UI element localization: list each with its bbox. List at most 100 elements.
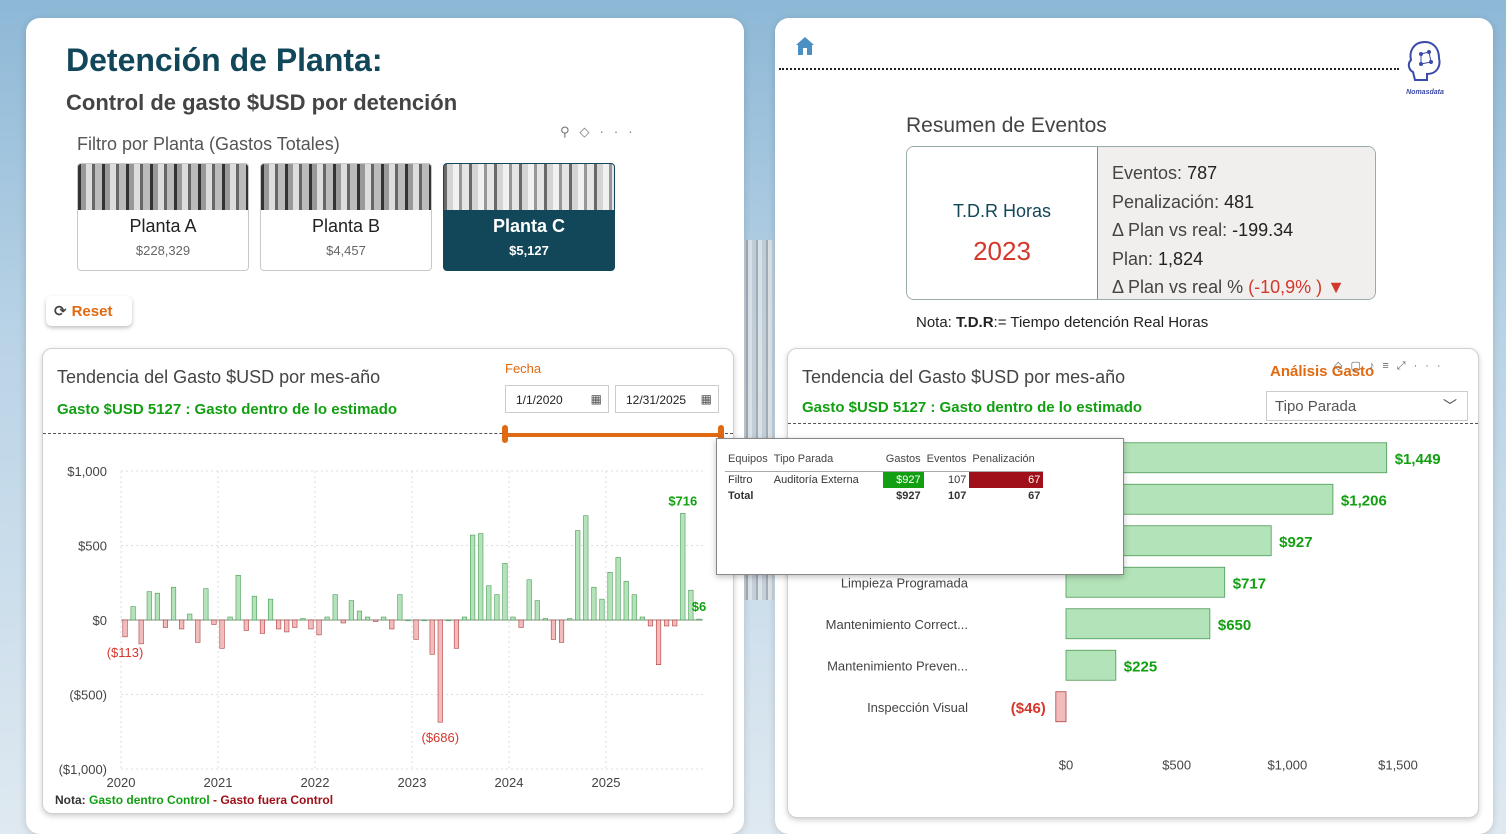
chevron-down-icon: ﹀ <box>1443 398 1457 414</box>
date-filter-label: Fecha <box>505 361 542 376</box>
tooltip-cell: $927 <box>896 489 921 502</box>
plant-name: Planta C <box>492 216 566 236</box>
bar <box>510 616 516 621</box>
calendar-icon[interactable]: ▦ <box>701 392 712 406</box>
refresh-icon: ⟳ <box>54 303 67 320</box>
bar <box>437 619 443 723</box>
tipo-parada-dropdown[interactable]: Tipo Parada ﹀ <box>1266 391 1468 421</box>
kpi-row: Δ Plan vs real: -199.34 <box>1112 220 1375 249</box>
reset-button[interactable]: ⟳ Reset <box>46 296 132 326</box>
bar <box>130 606 136 621</box>
tooltip-header: Tipo Parada <box>770 453 883 472</box>
bar <box>235 575 241 621</box>
bar <box>373 619 379 622</box>
x-tick-label: 2021 <box>204 775 233 790</box>
category-label: Mantenimiento Correct... <box>826 617 968 632</box>
y-tick-label: $1,000 <box>67 464 107 479</box>
chart-subtitle: Gasto $USD 5127 : Gasto dentro de lo est… <box>802 399 1143 416</box>
y-tick-label: ($1,000) <box>59 762 107 777</box>
bar <box>308 619 314 630</box>
data-label: $6 <box>692 599 706 614</box>
bar <box>332 594 338 621</box>
bar <box>187 613 193 621</box>
plant-c-image <box>444 164 614 210</box>
filter-icon[interactable]: ≡ <box>1382 360 1396 372</box>
plant-b-image <box>261 164 431 210</box>
copy-icon[interactable]: ▢ <box>1350 360 1368 372</box>
bar <box>680 513 686 621</box>
plant-card-a[interactable]: Planta A $228,329 <box>77 163 249 271</box>
chart-subtitle: Gasto $USD 5127 : Gasto dentro de lo est… <box>57 401 398 418</box>
bar <box>696 618 702 621</box>
kpi-row-value: 481 <box>1224 191 1255 212</box>
plant-card-b[interactable]: Planta B $4,457 <box>260 163 432 271</box>
visual-toolbar: ⚲◇··· <box>560 124 643 140</box>
note-ok: Gasto dentro Control <box>89 793 210 807</box>
bar <box>154 592 160 621</box>
bar <box>364 616 371 621</box>
kpi-row: Plan: 1,824 <box>1112 249 1375 278</box>
more-options-icon[interactable]: ··· <box>600 124 643 139</box>
bar <box>203 588 209 621</box>
tooltip-cell: 107 <box>948 489 967 502</box>
bar <box>421 619 427 622</box>
bar <box>567 618 573 621</box>
home-icon[interactable] <box>793 34 817 58</box>
y-tick-label: $0 <box>93 613 107 628</box>
bar <box>284 619 290 633</box>
y-tick-label: $500 <box>78 539 107 554</box>
kpi-card: T.D.R Horas 2023 Eventos: 787 Penalizaci… <box>906 146 1376 300</box>
value-label: $1,206 <box>1341 492 1387 509</box>
resumen-title: Resumen de Eventos <box>906 114 1107 137</box>
bell-icon[interactable]: ♪ <box>1369 360 1383 372</box>
date-from-input[interactable]: 1/1/2020 ▦ <box>505 385 609 413</box>
date-to-value: 12/31/2025 <box>626 393 687 407</box>
focus-icon[interactable]: ⤢ <box>1397 360 1414 372</box>
tooltip-header: Eventos <box>923 453 970 472</box>
bar <box>267 598 274 621</box>
bar <box>558 619 565 643</box>
date-slider-track[interactable] <box>505 433 721 437</box>
bar <box>672 619 678 627</box>
plant-card-c[interactable]: Planta C $5,127 <box>443 163 615 271</box>
bar <box>607 572 613 621</box>
more-options-icon[interactable]: ··· <box>1414 360 1449 372</box>
dropdown-value: Tipo Parada <box>1275 398 1357 415</box>
eraser-icon[interactable]: ◇ <box>580 124 600 139</box>
plant-value: $4,457 <box>326 243 366 258</box>
hbar <box>1065 649 1117 681</box>
bar <box>631 594 637 621</box>
kpi-row-label: Penalización: <box>1112 191 1220 212</box>
category-label: Limpieza Programada <box>841 575 969 590</box>
date-to-input[interactable]: 12/31/2025 ▦ <box>615 385 719 413</box>
bar <box>534 600 540 621</box>
bar <box>122 619 128 638</box>
bar <box>478 533 484 621</box>
tooltip-total-row: Total $927 107 67 <box>725 488 1043 504</box>
tooltip-cell: $927 <box>882 471 924 488</box>
bar <box>639 616 645 621</box>
bar <box>300 618 306 621</box>
tooltip-cell: Total <box>728 489 754 502</box>
x-tick-label: $0 <box>1059 758 1073 773</box>
bar <box>470 534 476 621</box>
plant-a-image <box>78 164 248 210</box>
category-label: Mantenimiento Preven... <box>827 658 968 673</box>
tooltip-table: Equipos Tipo Parada Gastos Eventos Penal… <box>725 453 1044 504</box>
y-tick-label: ($500) <box>69 688 107 703</box>
bar <box>405 619 411 622</box>
bar <box>243 619 249 631</box>
pin-icon[interactable]: ◇ <box>1334 360 1350 372</box>
color-note: Nota: Gasto dentro Control - Gasto fuera… <box>55 793 333 807</box>
kpi-row-value: 787 <box>1187 163 1218 183</box>
calendar-icon[interactable]: ▦ <box>591 392 602 406</box>
note-bad: Gasto fuera Control <box>220 793 334 807</box>
bar <box>316 619 322 636</box>
kpi-left: T.D.R Horas 2023 <box>907 147 1098 299</box>
filter-icon[interactable]: ⚲ <box>560 124 580 139</box>
bar <box>591 586 597 621</box>
divider <box>788 423 1478 424</box>
chart-title: Tendencia del Gasto $USD por mes-año <box>57 367 381 387</box>
value-label: $1,449 <box>1395 451 1441 468</box>
hbar <box>1055 691 1067 723</box>
